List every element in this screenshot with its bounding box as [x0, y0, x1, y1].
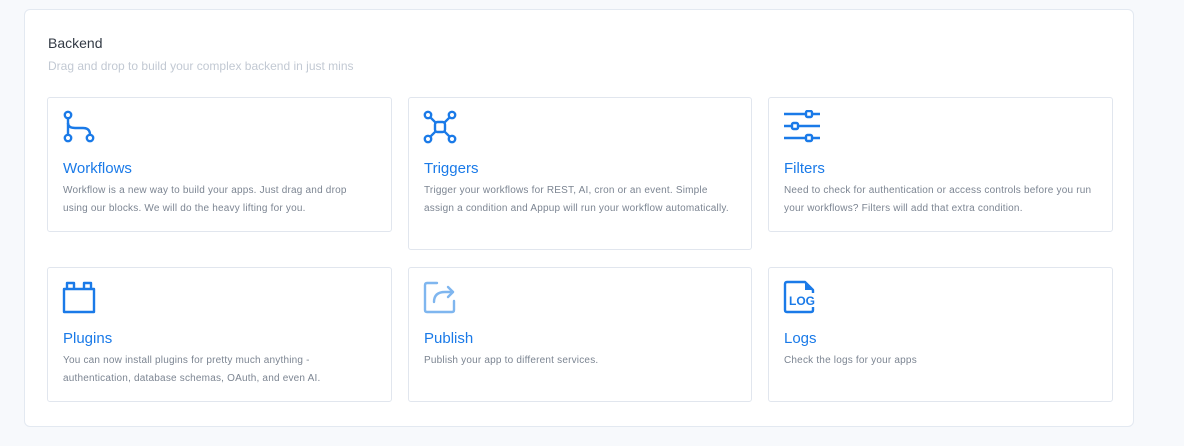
card-title: Filters	[784, 160, 825, 177]
filters-icon	[783, 110, 820, 144]
card-title: Triggers	[424, 160, 479, 177]
card-description: Check the logs for your apps	[784, 355, 917, 366]
card-publish[interactable]: Publish Publish your app to different se…	[408, 267, 752, 402]
card-title: Workflows	[63, 160, 132, 177]
card-triggers[interactable]: Triggers Trigger your workflows for REST…	[408, 97, 752, 250]
logs-icon: LOG	[783, 280, 818, 314]
section-subtitle: Drag and drop to build your complex back…	[48, 59, 354, 73]
card-workflows[interactable]: Workflows Workflow is a new way to build…	[47, 97, 392, 232]
card-plugins[interactable]: Plugins You can now install plugins for …	[47, 267, 392, 402]
card-filters[interactable]: Filters Need to check for authentication…	[768, 97, 1113, 232]
logs-icon-label: LOG	[789, 294, 815, 308]
plugins-icon	[62, 280, 96, 314]
card-title: Publish	[424, 330, 474, 347]
card-title: Logs	[784, 330, 817, 347]
card-description: Publish your app to different services.	[424, 355, 599, 366]
card-title: Plugins	[63, 330, 113, 347]
section-title: Backend	[48, 35, 103, 51]
publish-icon	[423, 280, 457, 314]
card-logs[interactable]: LOG Logs Check the logs for your apps	[768, 267, 1113, 402]
card-description: Trigger your workflows for REST, AI, cro…	[424, 185, 729, 214]
card-description: Need to check for authentication or acce…	[784, 185, 1092, 214]
card-description: Workflow is a new way to build your apps…	[63, 185, 347, 214]
workflow-icon	[62, 110, 96, 144]
triggers-icon	[423, 110, 457, 144]
backend-panel: Backend Drag and drop to build your comp…	[24, 9, 1134, 427]
card-description: You can now install plugins for pretty m…	[63, 355, 321, 384]
